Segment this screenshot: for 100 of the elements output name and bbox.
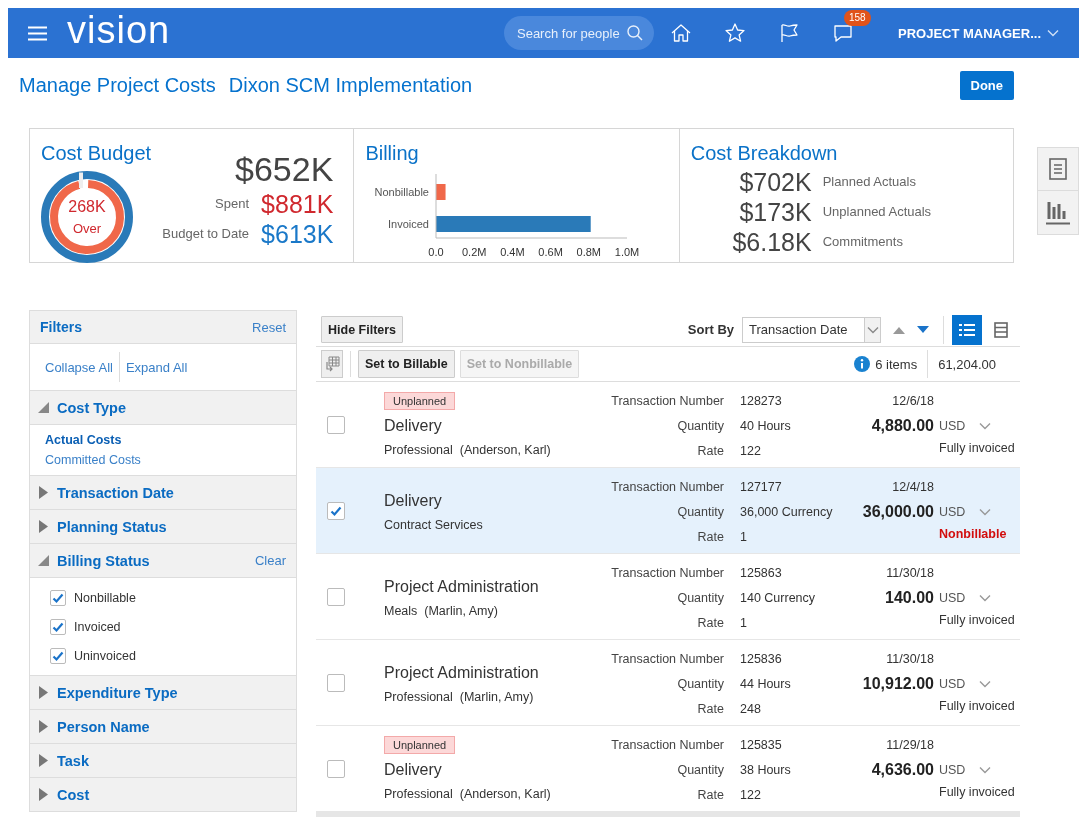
filter-section-header[interactable]: Billing Status Clear — [30, 544, 296, 578]
filter-section-header[interactable]: Task — [30, 744, 296, 778]
sort-dropdown[interactable]: Transaction Date — [742, 316, 881, 343]
menu-icon[interactable] — [28, 25, 47, 41]
row-checkbox[interactable] — [327, 673, 345, 692]
transaction-amount: 36,000.00 — [861, 502, 934, 521]
reset-link[interactable]: Reset — [252, 319, 286, 335]
checkbox[interactable] — [50, 647, 66, 664]
list-icon — [959, 322, 975, 337]
export-grid-button[interactable] — [321, 350, 343, 378]
side-tool-button[interactable] — [1037, 147, 1079, 191]
currency-code: USD — [939, 590, 966, 605]
list-view-button[interactable] — [952, 314, 982, 345]
field-label: Rate — [696, 787, 724, 802]
field-label: Quantity — [676, 762, 724, 777]
field-value: 44 Hours — [739, 676, 792, 691]
action-button[interactable]: Set to Billable — [358, 350, 455, 378]
field-value: 127177 — [739, 479, 783, 494]
billing-status: Nonbillable — [939, 526, 1008, 541]
checkbox[interactable] — [50, 589, 66, 606]
hide-filters-button[interactable]: Hide Filters — [321, 316, 404, 343]
row-checkbox[interactable] — [327, 759, 345, 778]
card-title: Billing — [365, 141, 420, 165]
row-checkbox[interactable] — [327, 587, 345, 606]
expand-chevron-icon[interactable] — [979, 593, 992, 602]
page-title: Manage Project Costs — [19, 73, 216, 98]
notification-badge: 158 — [844, 10, 871, 26]
search-field[interactable]: Search for people — [504, 16, 654, 50]
breakdown-amount: $173K — [738, 197, 812, 227]
filter-title: Filters — [40, 319, 82, 335]
budget-total: $652K — [235, 149, 334, 189]
transaction-row[interactable]: Project Administration Meals (Marlin, Amy) Transaction Number 125863 Quantity 140 Currency Rate 1 11/30/18 140.00 USD Fully invoiced — [316, 554, 1020, 640]
checkbox-label: Nonbillable — [74, 590, 136, 605]
filter-section-header[interactable]: Person Name — [30, 710, 296, 744]
expand-chevron-icon[interactable] — [979, 679, 992, 688]
filter-section-header[interactable]: Cost Type — [30, 391, 296, 425]
checkbox-label: Invoiced — [74, 619, 121, 634]
card-title: Cost Breakdown — [690, 141, 839, 165]
side-tool-button[interactable] — [1037, 191, 1079, 235]
chart-bar — [436, 184, 446, 200]
sort-ascending-icon[interactable] — [893, 325, 905, 334]
gauge-label: Over — [71, 221, 103, 236]
field-label: Quantity — [676, 676, 724, 691]
flag-icon[interactable] — [778, 22, 800, 44]
field-label: Rate — [696, 529, 724, 544]
expand-chevron-icon[interactable] — [979, 765, 992, 774]
filter-option-link[interactable]: Committed Costs — [45, 450, 281, 470]
axis-label: 1.0M — [615, 246, 640, 258]
transaction-date: 12/4/18 — [891, 479, 934, 494]
breakdown-label: Planned Actuals — [822, 173, 916, 191]
row-checkbox[interactable] — [327, 501, 345, 520]
expand-all-link[interactable]: Expand All — [125, 359, 188, 375]
field-label: Quantity — [676, 418, 724, 433]
checkbox-label: Uninvoiced — [74, 648, 136, 663]
field-value: 122 — [739, 787, 762, 802]
expand-chevron-icon[interactable] — [979, 421, 992, 430]
field-value: 40 Hours — [739, 418, 792, 433]
field-value: 248 — [739, 701, 762, 716]
filter-section-header[interactable]: Expenditure Type — [30, 676, 296, 710]
info-icon — [854, 356, 871, 372]
field-label: Transaction Number — [610, 651, 724, 666]
transaction-subtitle: Meals (Marlin, Amy) — [384, 602, 498, 620]
search-icon[interactable] — [627, 25, 643, 41]
expand-chevron-icon[interactable] — [979, 507, 992, 516]
row-checkbox[interactable] — [327, 415, 345, 434]
transaction-amount: 4,636.00 — [870, 760, 934, 779]
transaction-amount: 4,880.00 — [870, 416, 934, 435]
field-label: Rate — [696, 701, 724, 716]
chat-icon[interactable] — [832, 22, 854, 44]
star-icon[interactable] — [724, 22, 746, 44]
billing-status: Fully invoiced — [939, 784, 1016, 799]
transaction-title: Delivery — [384, 760, 442, 780]
transaction-date: 11/30/18 — [885, 651, 934, 666]
done-button[interactable]: Done — [959, 71, 1014, 100]
filter-option-link[interactable]: Actual Costs — [45, 430, 281, 450]
chevron-down-icon — [866, 325, 879, 334]
transaction-date: 11/29/18 — [885, 737, 934, 752]
currency-code: USD — [939, 762, 966, 777]
user-menu[interactable]: PROJECT MANAGER... — [898, 25, 1059, 41]
transaction-title: Project Administration — [384, 662, 539, 683]
chevron-down-icon — [1047, 29, 1059, 37]
transaction-row[interactable]: Delivery Contract Services Transaction Number 127177 Quantity 36,000 Currency Rate 1 12/4/18 36,000.00 USD Nonbillable — [316, 468, 1020, 554]
clear-link[interactable]: Clear — [254, 553, 286, 568]
field-value: 1 — [739, 615, 748, 630]
filter-section-header[interactable]: Cost — [30, 778, 296, 812]
filter-section-header[interactable]: Transaction Date — [30, 476, 296, 510]
category-label: Invoiced — [388, 218, 430, 230]
metric-label: Budget to Date — [162, 225, 250, 243]
field-value: 128273 — [739, 393, 783, 408]
breakdown-amount: $6.18K — [731, 227, 812, 257]
sort-descending-icon[interactable] — [917, 325, 929, 334]
logo: vision — [67, 11, 171, 49]
transaction-row[interactable]: Project Administration Professional (Marlin, Amy) Transaction Number 125836 Quantity 44 Hours Rate 248 11/30/18 10,912.00 USD Fully invoiced — [316, 640, 1020, 726]
home-icon[interactable] — [670, 22, 692, 44]
breakdown-label: Commitments — [822, 233, 903, 251]
checkbox[interactable] — [50, 618, 66, 635]
project-name[interactable]: Dixon SCM Implementation — [228, 71, 473, 100]
field-value: 122 — [739, 443, 762, 458]
collapse-all-link[interactable]: Collapse All — [45, 359, 113, 375]
filter-section-header[interactable]: Planning Status — [30, 510, 296, 544]
